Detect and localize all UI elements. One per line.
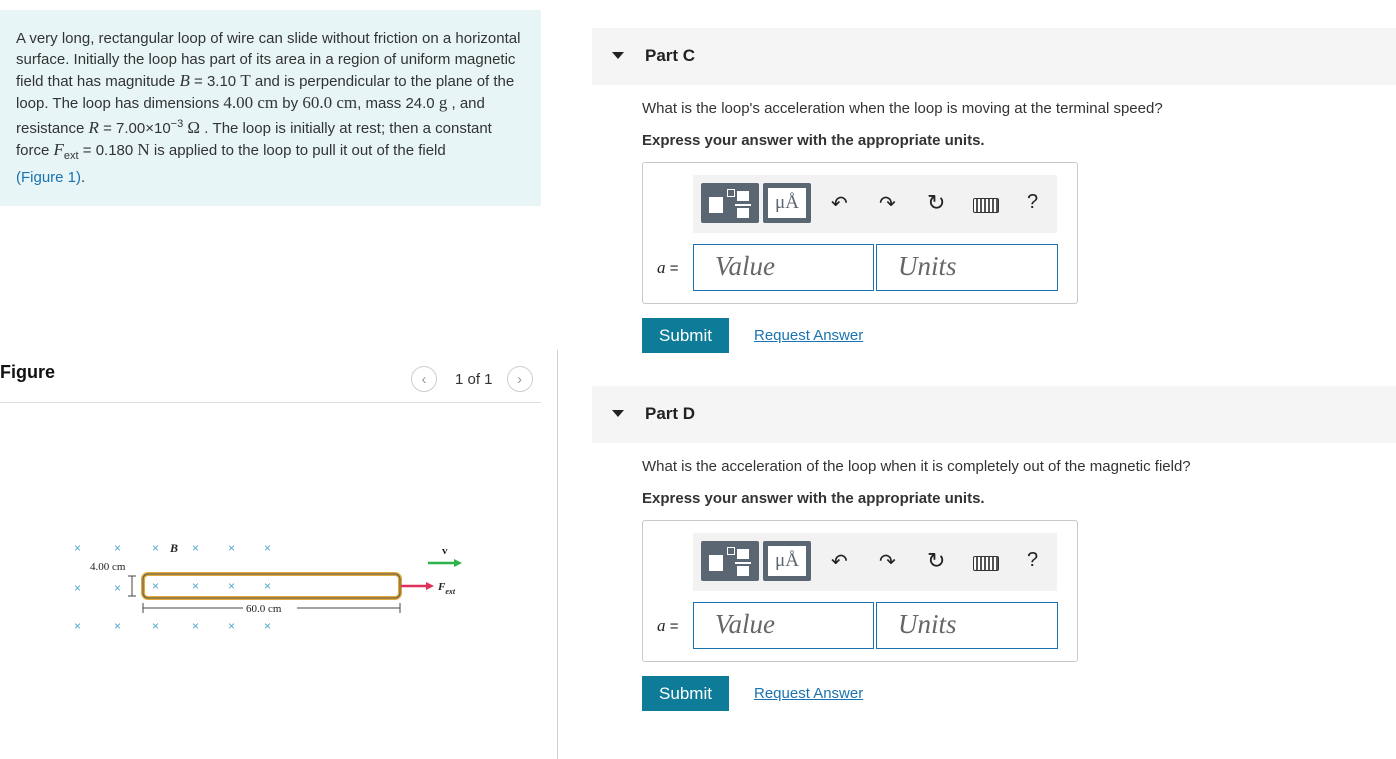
units-input[interactable]: Units	[876, 244, 1058, 291]
svg-text:×: ×	[114, 541, 121, 555]
units-button[interactable]: μÅ	[763, 183, 811, 223]
units-button[interactable]: μÅ	[763, 541, 811, 581]
math-toolbar: μÅ ↶ ↷ ↻ ?	[693, 533, 1057, 591]
svg-text:×: ×	[192, 579, 199, 593]
figure-divider	[0, 402, 541, 403]
svg-text:×: ×	[74, 581, 81, 595]
part-c-header[interactable]: Part C	[592, 28, 1396, 85]
units-icon: μÅ	[775, 550, 799, 571]
templates-icon[interactable]	[701, 183, 759, 223]
left-panel: A very long, rectangular loop of wire ca…	[0, 0, 558, 759]
help-icon[interactable]: ?	[1027, 191, 1038, 214]
problem-text: A very long, rectangular loop of wire ca…	[16, 30, 521, 186]
reset-icon[interactable]: ↻	[927, 190, 945, 216]
redo-icon[interactable]: ↷	[879, 549, 896, 574]
field-label: B	[169, 541, 178, 555]
width-label: 4.00 cm	[90, 561, 126, 573]
svg-text:×: ×	[264, 541, 271, 555]
figure-pager: ‹ 1 of 1 ›	[411, 366, 533, 392]
keyboard-icon[interactable]	[973, 556, 999, 571]
svg-text:×: ×	[152, 541, 159, 555]
force-label: Fext	[437, 581, 456, 596]
answer-variable: a =	[657, 258, 679, 277]
chevron-right-icon: ›	[517, 370, 523, 388]
keyboard-icon[interactable]	[973, 198, 999, 213]
wire-loop	[141, 572, 402, 600]
length-label: 60.0 cm	[246, 603, 282, 615]
svg-text:×: ×	[114, 619, 121, 633]
svg-text:×: ×	[228, 619, 235, 633]
collapse-triangle-icon[interactable]	[612, 52, 624, 59]
svg-text:×: ×	[228, 579, 235, 593]
part-c-request-answer-link[interactable]: Request Answer	[754, 327, 863, 344]
svg-text:×: ×	[192, 619, 199, 633]
figure-link[interactable]: (Figure 1)	[16, 169, 81, 186]
part-d-header[interactable]: Part D	[592, 386, 1396, 443]
prev-figure-button[interactable]: ‹	[411, 366, 437, 392]
pager-text: 1 of 1	[455, 370, 493, 388]
part-c-answer-box: μÅ ↶ ↷ ↻ ? a = Value Units	[642, 162, 1078, 304]
value-input[interactable]: Value	[693, 602, 874, 649]
undo-icon[interactable]: ↶	[831, 191, 848, 216]
units-icon: μÅ	[775, 192, 799, 213]
collapse-triangle-icon[interactable]	[612, 410, 624, 417]
svg-text:×: ×	[152, 619, 159, 633]
svg-text:×: ×	[74, 541, 81, 555]
part-d-request-answer-link[interactable]: Request Answer	[754, 685, 863, 702]
value-input[interactable]: Value	[693, 244, 874, 291]
templates-icon[interactable]	[701, 541, 759, 581]
problem-statement: A very long, rectangular loop of wire ca…	[0, 10, 541, 206]
answer-variable: a =	[657, 616, 679, 635]
part-c-instruction: Express your answer with the appropriate…	[642, 132, 985, 149]
part-c-question: What is the loop's acceleration when the…	[642, 100, 1163, 117]
svg-text:×: ×	[152, 579, 159, 593]
svg-text:×: ×	[114, 581, 121, 595]
reset-icon[interactable]: ↻	[927, 548, 945, 574]
part-d-title: Part D	[645, 404, 696, 423]
next-figure-button[interactable]: ›	[506, 366, 533, 392]
part-c-title: Part C	[645, 46, 696, 65]
panel-divider	[557, 350, 558, 759]
part-c-submit-button[interactable]: Submit	[642, 318, 729, 353]
undo-icon[interactable]: ↶	[831, 549, 848, 574]
redo-icon[interactable]: ↷	[879, 191, 896, 216]
part-d-answer-box: μÅ ↶ ↷ ↻ ? a = Value Units	[642, 520, 1078, 662]
svg-text:×: ×	[264, 579, 271, 593]
loop-diagram: × × × × × × × × × × × × × × × × × × B 4.00 cm 60.0 c…	[74, 541, 462, 633]
svg-text:×: ×	[192, 541, 199, 555]
math-toolbar: μÅ ↶ ↷ ↻ ?	[693, 175, 1057, 233]
velocity-label: v	[442, 545, 448, 557]
svg-text:×: ×	[74, 619, 81, 633]
chevron-left-icon: ‹	[421, 370, 427, 388]
help-icon[interactable]: ?	[1027, 549, 1038, 572]
svg-text:×: ×	[228, 541, 235, 555]
part-d-question: What is the acceleration of the loop whe…	[642, 458, 1191, 475]
units-input[interactable]: Units	[876, 602, 1058, 649]
svg-text:×: ×	[264, 619, 271, 633]
part-d-submit-button[interactable]: Submit	[642, 676, 729, 711]
figure-heading: Figure	[0, 362, 56, 382]
part-d-instruction: Express your answer with the appropriate…	[642, 490, 985, 507]
